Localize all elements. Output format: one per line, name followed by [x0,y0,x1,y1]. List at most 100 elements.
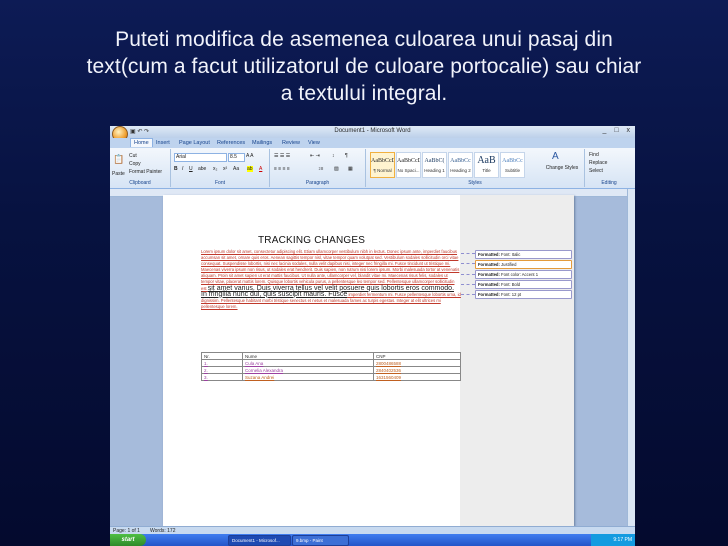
tab-home[interactable]: Home [130,138,153,147]
balloon-value: Font: Italic [501,252,521,257]
table-cell: 1631560409 [373,373,461,381]
style-name: Title [482,168,491,173]
find-button[interactable]: Find [589,152,599,158]
document-paragraph[interactable]: Lorem ipsum dolor sit amet, consectetur … [201,249,461,310]
subscript-icon[interactable]: x₂ [213,166,217,172]
taskbar-item-word[interactable]: Document1 - Microsof... [228,535,291,546]
font-label: Font [214,180,225,186]
italic-icon[interactable]: I [182,166,183,172]
underline-icon[interactable]: U [189,166,193,172]
format-balloon[interactable]: Formatted: Font color: Accent 1 [475,270,572,279]
balloon-value: Font: 12 pt [501,292,522,297]
table-row: 1. Cula Ana 2800486588 [201,359,461,367]
copy-button[interactable]: Copy [129,161,141,167]
style-name: Subtitle [504,168,520,173]
window-title: Document1 - Microsoft Word [334,128,411,134]
format-balloon[interactable]: Formatted: Font: 12 pt [475,290,572,299]
highlight-icon[interactable]: ab [247,166,253,172]
change-case-icon[interactable]: Aa [233,166,239,172]
table-cell: 2800486588 [373,359,461,367]
sort-icon[interactable]: ↕ [332,153,335,159]
tab-references[interactable]: References [217,140,245,146]
table-cell: 3. [201,373,243,381]
editing-group: Find Replace Select Editing [585,149,633,187]
styles-group: AaBbCcDc ¶ Normal AaBbCcDc No Spaci... A… [366,149,585,187]
paste-button[interactable]: Paste [112,171,125,177]
format-balloon[interactable]: Formatted: Font: Italic [475,250,572,259]
font-color-icon[interactable]: A [259,166,262,172]
line-spacing-icon[interactable]: ↕≡ [318,166,323,172]
format-painter-button[interactable]: Format Painter [129,169,162,175]
start-button[interactable]: start [110,534,146,546]
clock: 9:17 PM [613,537,632,543]
table-cell: Suzana Andrei [242,373,374,381]
shading-icon[interactable]: ▨ [334,166,339,172]
indent-icon[interactable]: ⇤ ⇥ [310,153,320,159]
tab-view[interactable]: View [308,140,320,146]
balloon-value: Justified [501,262,517,267]
superscript-icon[interactable]: x² [223,166,227,172]
editing-label: Editing [601,180,617,186]
slide-title-line-1: Puteti modifica de asemenea culoarea unu… [115,28,613,51]
slide-title: Puteti modifica de asemenea culoarea unu… [20,26,708,107]
balloon-value: Font: Bold [501,282,521,287]
font-group: Arial 8.5 A A B I U abe x₂ x² Aa ab A Fo… [171,149,270,187]
style-title[interactable]: AaB Title [474,152,499,178]
bullets-icon[interactable]: ☰ ☰ ☰ [274,153,290,159]
borders-icon[interactable]: ▦ [348,166,353,172]
document-page[interactable]: TRACKING CHANGES Lorem ipsum dolor sit a… [163,195,574,526]
style-subtitle[interactable]: AaBbCc Subtitle [500,152,525,178]
taskbar: start Document1 - Microsof... 9.bmp - Pa… [110,534,635,546]
tab-page-layout[interactable]: Page Layout [179,140,210,146]
style-name: Heading 2 [450,168,471,173]
style-sample: AaBbCc [450,158,471,164]
vertical-scrollbar[interactable] [627,189,635,526]
table-row: 3. Suzana Andrei 1631560409 [201,373,461,381]
clipboard-group: 📋 Paste Cut Copy Format Painter Clipboar… [110,149,171,187]
balloon-value: Font color: Accent 1 [501,272,539,277]
table-cell: Cula Ana [242,359,374,367]
balloon-connector [461,284,475,285]
table-header-row: Nr. Nume CNP [201,352,461,360]
system-tray: 9:17 PM [591,534,635,546]
style-no-spacing[interactable]: AaBbCcDc No Spaci... [396,152,421,178]
table-cell: 1. [201,359,243,367]
select-button[interactable]: Select [589,168,603,174]
style-sample: AaBbCc [502,158,523,164]
style-normal[interactable]: AaBbCcDc ¶ Normal [370,152,395,178]
tab-review[interactable]: Review [282,140,300,146]
strikethrough-icon[interactable]: abe [198,166,206,172]
ribbon: 📋 Paste Cut Copy Format Painter Clipboar… [110,148,635,189]
table-row: 2. Cornelia Alexandra 2840402536 [201,366,461,374]
bold-icon[interactable]: B [174,166,178,172]
align-icons[interactable]: ≡ ≡ ≡ ≡ [274,166,290,172]
table-header: CNP [373,352,461,360]
change-styles-icon[interactable]: A [552,151,559,162]
cut-button[interactable]: Cut [129,153,137,159]
markup-area [460,195,574,526]
replace-button[interactable]: Replace [589,160,607,166]
style-heading-1[interactable]: AaBbC( Heading 1 [422,152,447,178]
style-sample: AaBbCcDc [371,158,394,164]
grow-shrink-font-icons[interactable]: A A [246,153,254,159]
change-styles-button[interactable]: Change Styles [544,165,580,171]
balloon-connector [461,294,475,295]
taskbar-item-paint[interactable]: 9.bmp - Paint [292,535,349,546]
window-controls[interactable]: _ □ x [602,127,633,134]
style-name: Heading 1 [424,168,445,173]
style-heading-2[interactable]: AaBbCc Heading 2 [448,152,473,178]
show-marks-icon[interactable]: ¶ [345,153,348,159]
font-name-combo[interactable]: Arial [174,153,227,162]
tab-mailings[interactable]: Mailings [252,140,272,146]
font-size-combo[interactable]: 8.5 [228,153,245,162]
paste-icon[interactable]: 📋 [113,154,124,165]
format-balloon[interactable]: Formatted: Font: Bold [475,280,572,289]
tab-insert[interactable]: Insert [156,140,170,146]
style-sample: AaBbC( [424,158,445,164]
ribbon-tabs: Home Insert Page Layout References Maili… [110,138,635,148]
balloon-label: Formatted: [478,262,500,267]
cnp-table: Nr. Nume CNP 1. Cula Ana 2800486588 2. C… [201,352,461,381]
title-bar: ▣ ↶ ↷ Document1 - Microsoft Word _ □ x [110,126,635,142]
styles-label: Styles [468,180,482,186]
format-balloon[interactable]: Formatted: Justified [475,260,572,269]
